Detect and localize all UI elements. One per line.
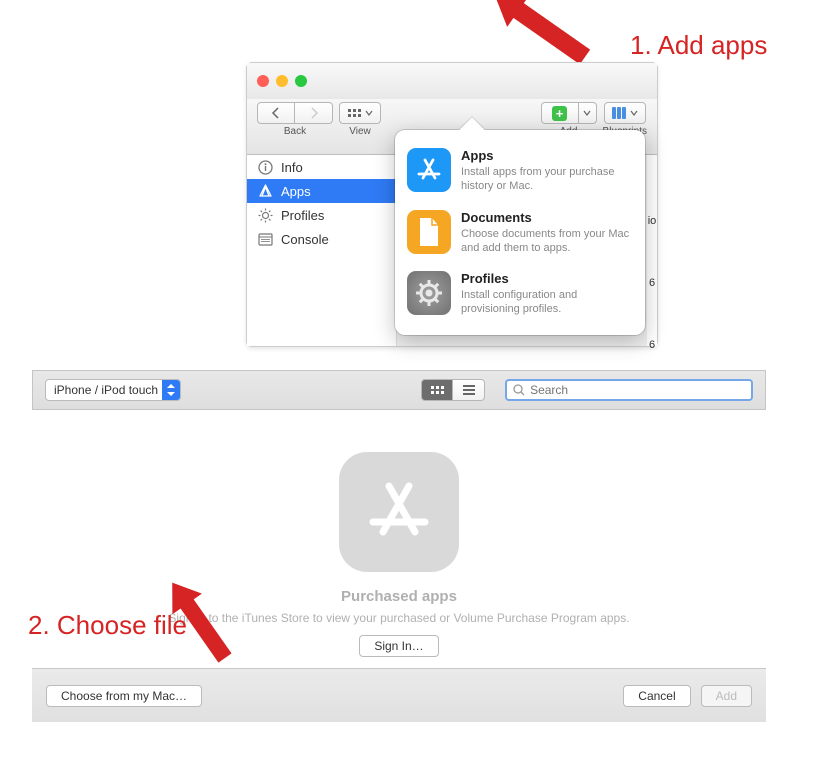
blueprints-button[interactable] <box>604 102 646 124</box>
chevron-right-icon <box>309 107 319 119</box>
add-button[interactable]: + <box>541 102 579 124</box>
chevron-left-icon <box>271 107 281 119</box>
apps-icon <box>257 183 273 199</box>
sidebar-item-label: Info <box>281 160 303 175</box>
sidebar-item-label: Console <box>281 232 329 247</box>
appstore-large-icon <box>339 452 459 572</box>
chooser-bottom-bar: Choose from my Mac… Cancel Add <box>32 668 766 722</box>
dropdown-arrows-icon <box>162 380 180 400</box>
annotation-arrow-1 <box>510 1 590 64</box>
window-controls <box>257 75 307 87</box>
search-field[interactable] <box>505 379 753 401</box>
sidebar: Info Apps Profiles Console <box>247 155 397 346</box>
device-filter-dropdown[interactable]: iPhone / iPod touch <box>45 379 181 401</box>
popover-item-apps[interactable]: Apps Install apps from your purchase his… <box>395 140 645 202</box>
back-caption: Back <box>284 126 306 137</box>
grid-icon <box>348 109 361 117</box>
popover-item-title: Profiles <box>461 271 633 286</box>
sidebar-item-apps[interactable]: Apps <box>247 179 396 203</box>
chevron-down-icon <box>365 109 373 117</box>
sidebar-item-console[interactable]: Console <box>247 227 396 251</box>
chevron-down-icon <box>583 109 591 117</box>
add-popover: Apps Install apps from your purchase his… <box>395 130 645 335</box>
grid-icon <box>431 386 444 394</box>
sign-in-button[interactable]: Sign In… <box>359 635 438 657</box>
popover-item-title: Documents <box>461 210 633 225</box>
search-input[interactable] <box>530 383 745 397</box>
add-dropdown-button[interactable] <box>579 102 597 124</box>
plus-icon: + <box>552 106 567 121</box>
popover-item-desc: Install apps from your purchase history … <box>461 165 633 194</box>
settings-gear-icon <box>407 271 451 315</box>
chooser-toolbar: iPhone / iPod touch <box>32 370 766 410</box>
cancel-button[interactable]: Cancel <box>623 685 690 707</box>
sidebar-item-profiles[interactable]: Profiles <box>247 203 396 227</box>
sidebar-item-label: Apps <box>281 184 311 199</box>
annotation-step1-text: 1. Add apps <box>630 30 767 61</box>
list-icon <box>463 385 475 395</box>
minimize-window-button[interactable] <box>276 75 288 87</box>
blueprints-icon <box>612 107 626 119</box>
view-mode-list-button[interactable] <box>453 379 485 401</box>
view-caption: View <box>349 126 371 137</box>
popover-item-profiles[interactable]: Profiles Install configuration and provi… <box>395 263 645 325</box>
sidebar-item-info[interactable]: Info <box>247 155 396 179</box>
popover-item-documents[interactable]: Documents Choose documents from your Mac… <box>395 202 645 264</box>
close-window-button[interactable] <box>257 75 269 87</box>
console-icon <box>257 231 273 247</box>
sidebar-item-label: Profiles <box>281 208 324 223</box>
window-titlebar <box>247 63 657 99</box>
forward-button[interactable] <box>295 102 333 124</box>
annotation-step2-text: 2. Choose file <box>28 610 187 641</box>
gear-icon <box>257 207 273 223</box>
content-peek: io66 <box>647 155 657 346</box>
popover-item-desc: Install configuration and provisioning p… <box>461 288 633 317</box>
choose-from-mac-button[interactable]: Choose from my Mac… <box>46 685 202 707</box>
dropdown-value: iPhone / iPod touch <box>54 383 158 397</box>
back-button[interactable] <box>257 102 295 124</box>
chevron-down-icon <box>630 109 638 117</box>
appstore-icon <box>407 148 451 192</box>
view-mode-grid-button[interactable] <box>421 379 453 401</box>
add-confirm-button[interactable]: Add <box>701 685 752 707</box>
chooser-content: Purchased apps Sign in to the iTunes Sto… <box>32 412 766 722</box>
view-button[interactable] <box>339 102 381 124</box>
search-icon <box>513 384 525 396</box>
info-icon <box>257 159 273 175</box>
zoom-window-button[interactable] <box>295 75 307 87</box>
popover-item-desc: Choose documents from your Mac and add t… <box>461 227 633 256</box>
document-icon <box>407 210 451 254</box>
empty-state-title: Purchased apps <box>32 588 766 605</box>
popover-item-title: Apps <box>461 148 633 163</box>
